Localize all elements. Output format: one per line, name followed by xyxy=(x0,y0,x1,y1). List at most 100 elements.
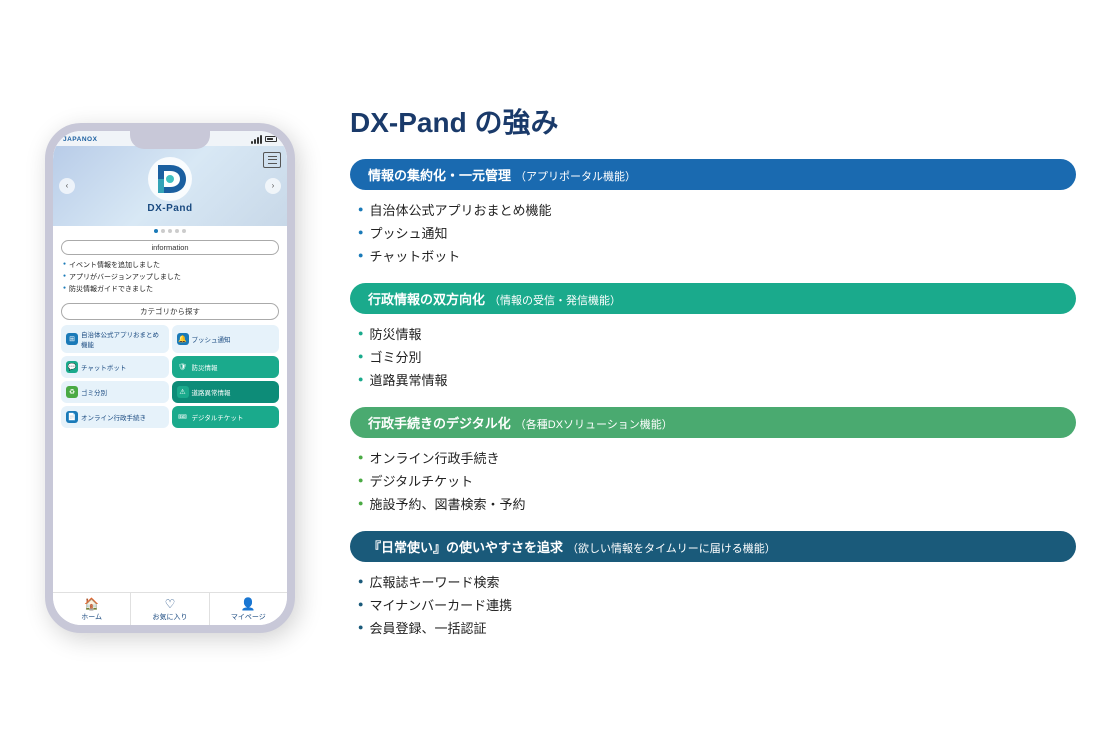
feature-item-1-0: 防災情報 xyxy=(358,322,1068,345)
dot-5 xyxy=(182,229,186,233)
menu-line xyxy=(268,163,277,164)
feature-block-1: 行政情報の双方向化（情報の受信・発信機能） 防災情報ゴミ分別道路異常情報 xyxy=(350,283,1076,391)
cat-icon-7: 🎟 xyxy=(177,411,189,423)
battery-icon xyxy=(265,136,277,142)
right-panel: DX-Pand の強み 情報の集約化・一元管理（アプリポータル機能） 自治体公式ア… xyxy=(350,101,1076,655)
feature-item-1-2: 道路異常情報 xyxy=(358,368,1068,391)
feature-item-3-0: 広報誌キーワード検索 xyxy=(358,570,1068,593)
main-container: JAPANOX xyxy=(40,101,1076,655)
feature-item-3-2: 会員登録、一括認証 xyxy=(358,616,1068,639)
info-box: information xyxy=(61,240,279,255)
dot-1 xyxy=(154,229,158,233)
feature-list-0: 自治体公式アプリおまとめ機能プッシュ通知チャットボット xyxy=(350,198,1076,267)
cat-icon-4: ♻ xyxy=(66,386,78,398)
cat-label-1: プッシュ通知 xyxy=(192,334,231,344)
category-item-2[interactable]: 💬 チャットボット xyxy=(61,356,169,378)
feature-header-3: 『日常使い』の使いやすさを追求（欲しい情報をタイムリーに届ける機能） xyxy=(350,531,1076,562)
category-item-5[interactable]: ⚠ 道路異常情報 xyxy=(172,381,280,403)
cat-label-0: 自治体公式アプリおまとめ機能 xyxy=(81,329,164,349)
bottom-nav: 🏠 ホーム ♡ お気に入り 👤 マイページ xyxy=(53,592,287,625)
cat-icon-1: 🔔 xyxy=(177,333,189,345)
category-title: カテゴリから探す xyxy=(61,303,279,320)
feature-block-3: 『日常使い』の使いやすさを追求（欲しい情報をタイムリーに届ける機能） 広報誌キーワ… xyxy=(350,531,1076,639)
feature-item-0-2: チャットボット xyxy=(358,244,1068,267)
page-title: DX-Pand の強み xyxy=(350,101,1076,141)
dot-2 xyxy=(161,229,165,233)
feature-list-2: オンライン行政手続きデジタルチケット施設予約、図書検索・予約 xyxy=(350,446,1076,515)
category-section: カテゴリから探す ⊞ 自治体公式アプリおまとめ機能 🔔 プッシュ通知 xyxy=(53,299,287,432)
feature-block-2: 行政手続きのデジタル化（各種DXソリューション機能） オンライン行政手続きデジタル… xyxy=(350,407,1076,515)
feature-item-1-1: ゴミ分別 xyxy=(358,345,1068,368)
feature-item-3-1: マイナンバーカード連携 xyxy=(358,593,1068,616)
signal-bar-4 xyxy=(260,135,262,144)
dx-pand-logo-svg xyxy=(148,157,192,201)
cat-label-7: デジタルチケット xyxy=(192,412,244,422)
nav-mypage[interactable]: 👤 マイページ xyxy=(210,593,287,625)
menu-button[interactable] xyxy=(263,152,281,168)
feature-header-1: 行政情報の双方向化（情報の受信・発信機能） xyxy=(350,283,1076,314)
cat-label-6: オンライン行政手続き xyxy=(81,412,146,422)
battery-fill xyxy=(267,138,273,140)
dot-3 xyxy=(168,229,172,233)
nav-home[interactable]: 🏠 ホーム xyxy=(53,593,131,625)
menu-line xyxy=(268,159,277,160)
mypage-icon: 👤 xyxy=(241,597,256,611)
cat-label-4: ゴミ分別 xyxy=(81,387,107,397)
category-item-4[interactable]: ♻ ゴミ分別 xyxy=(61,381,169,403)
phone-notch xyxy=(130,131,210,149)
app-name-label: DX-Pand xyxy=(147,203,192,214)
info-item-2: アプリがバージョンアップしました xyxy=(63,271,277,283)
feature-item-0-0: 自治体公式アプリおまとめ機能 xyxy=(358,198,1068,221)
feature-item-2-0: オンライン行政手続き xyxy=(358,446,1068,469)
nav-favorites-label: お気に入り xyxy=(152,612,187,622)
signal-bar-1 xyxy=(251,141,253,144)
status-icons xyxy=(251,135,277,144)
cat-label-5: 道路異常情報 xyxy=(192,387,231,397)
cat-label-2: チャットボット xyxy=(81,362,126,372)
category-grid: ⊞ 自治体公式アプリおまとめ機能 🔔 プッシュ通知 💬 チャットボット xyxy=(61,325,279,428)
feature-list-3: 広報誌キーワード検索マイナンバーカード連携会員登録、一括認証 xyxy=(350,570,1076,639)
cat-icon-5: ⚠ xyxy=(177,386,189,398)
feature-item-2-2: 施設予約、図書検索・予約 xyxy=(358,492,1068,515)
cat-icon-0: ⊞ xyxy=(66,333,78,345)
category-item-3[interactable]: 🛡 防災情報 xyxy=(172,356,280,378)
feature-item-0-1: プッシュ通知 xyxy=(358,221,1068,244)
info-section: information イベント情報を追加しました アプリがバージョンアップしま… xyxy=(53,236,287,299)
phone-mockup: JAPANOX xyxy=(40,123,300,633)
cat-icon-2: 💬 xyxy=(66,361,78,373)
feature-header-2: 行政手続きのデジタル化（各種DXソリューション機能） xyxy=(350,407,1076,438)
hero-prev-button[interactable]: ‹ xyxy=(59,178,75,194)
nav-favorites[interactable]: ♡ お気に入り xyxy=(131,593,209,625)
category-item-7[interactable]: 🎟 デジタルチケット xyxy=(172,406,280,428)
dot-4 xyxy=(175,229,179,233)
info-item-3: 防災情報ガイドできました xyxy=(63,283,277,295)
menu-line xyxy=(268,156,277,157)
home-icon: 🏠 xyxy=(84,597,99,611)
nav-mypage-label: マイページ xyxy=(231,612,266,622)
features-container: 情報の集約化・一元管理（アプリポータル機能） 自治体公式アプリおまとめ機能プッシュ… xyxy=(350,159,1076,639)
favorites-icon: ♡ xyxy=(165,597,176,611)
hero-area: ‹ DX-Pand › xyxy=(53,146,287,226)
feature-item-2-1: デジタルチケット xyxy=(358,469,1068,492)
info-item-1: イベント情報を追加しました xyxy=(63,259,277,271)
feature-block-0: 情報の集約化・一元管理（アプリポータル機能） 自治体公式アプリおまとめ機能プッシュ… xyxy=(350,159,1076,267)
cat-icon-6: 📄 xyxy=(66,411,78,423)
hero-next-button[interactable]: › xyxy=(265,178,281,194)
brand-logo: JAPANOX xyxy=(63,136,97,143)
phone-screen: JAPANOX xyxy=(53,131,287,625)
signal-bar-3 xyxy=(257,137,259,144)
feature-header-0: 情報の集約化・一元管理（アプリポータル機能） xyxy=(350,159,1076,190)
phone-device: JAPANOX xyxy=(45,123,295,633)
signal-bars xyxy=(251,135,262,144)
info-list: イベント情報を追加しました アプリがバージョンアップしました 防災情報ガイドでき… xyxy=(61,259,279,295)
cat-icon-3: 🛡 xyxy=(177,361,189,373)
signal-bar-2 xyxy=(254,139,256,144)
cat-label-3: 防災情報 xyxy=(192,362,218,372)
category-item-6[interactable]: 📄 オンライン行政手続き xyxy=(61,406,169,428)
feature-list-1: 防災情報ゴミ分別道路異常情報 xyxy=(350,322,1076,391)
nav-home-label: ホーム xyxy=(81,612,102,622)
carousel-dots xyxy=(53,226,287,236)
category-item-1[interactable]: 🔔 プッシュ通知 xyxy=(172,325,280,353)
category-item-0[interactable]: ⊞ 自治体公式アプリおまとめ機能 xyxy=(61,325,169,353)
hero-logo-area: DX-Pand xyxy=(147,157,192,214)
